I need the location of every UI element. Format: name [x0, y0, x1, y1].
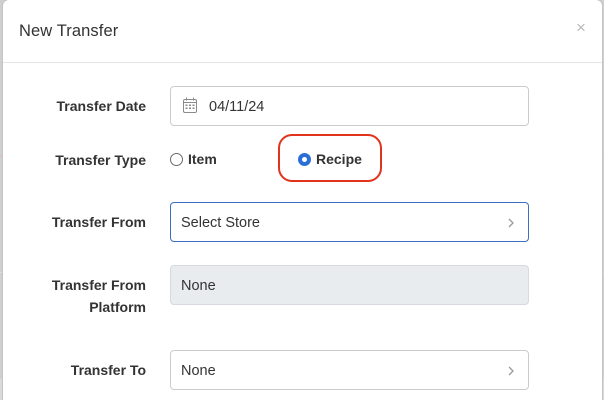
close-button[interactable]: × — [574, 19, 588, 37]
transfer-to-label: Transfer To — [70, 362, 146, 378]
item-radio[interactable] — [170, 152, 183, 166]
transfer-date-field[interactable]: 04/11/24 — [170, 86, 529, 126]
recipe-radio[interactable] — [298, 152, 311, 166]
chevron-right-icon — [508, 218, 514, 228]
transfer-to-select[interactable]: None — [170, 350, 529, 390]
transfer-from-platform-label-line2: Platform — [89, 299, 146, 315]
transfer-from-value: Select Store — [181, 215, 260, 231]
transfer-from-platform-label-line1: Transfer From — [51, 277, 146, 293]
modal-title: New Transfer — [19, 22, 119, 40]
chevron-right-icon — [508, 366, 514, 376]
transfer-date-label: Transfer Date — [56, 98, 146, 114]
transfer-type-recipe-option[interactable]: Recipe — [298, 148, 362, 170]
transfer-type-item-option[interactable]: Item — [170, 148, 217, 170]
transfer-from-platform-field: None — [170, 265, 529, 305]
transfer-to-value: None — [181, 363, 216, 379]
transfer-date-value: 04/11/24 — [209, 99, 265, 115]
modal-header: New Transfer × — [3, 0, 602, 63]
transfer-type-label: Transfer Type — [55, 152, 146, 168]
transfer-from-select[interactable]: Select Store — [170, 202, 529, 242]
recipe-radio-label: Recipe — [316, 151, 362, 167]
transfer-from-platform-label: Transfer From Platform — [6, 274, 146, 318]
transfer-from-platform-value: None — [181, 278, 216, 294]
new-transfer-modal: New Transfer × Transfer Date 04/11/24 Tr… — [3, 0, 602, 400]
item-radio-label: Item — [188, 151, 217, 167]
calendar-icon — [183, 97, 197, 113]
transfer-from-label: Transfer From — [51, 214, 146, 230]
